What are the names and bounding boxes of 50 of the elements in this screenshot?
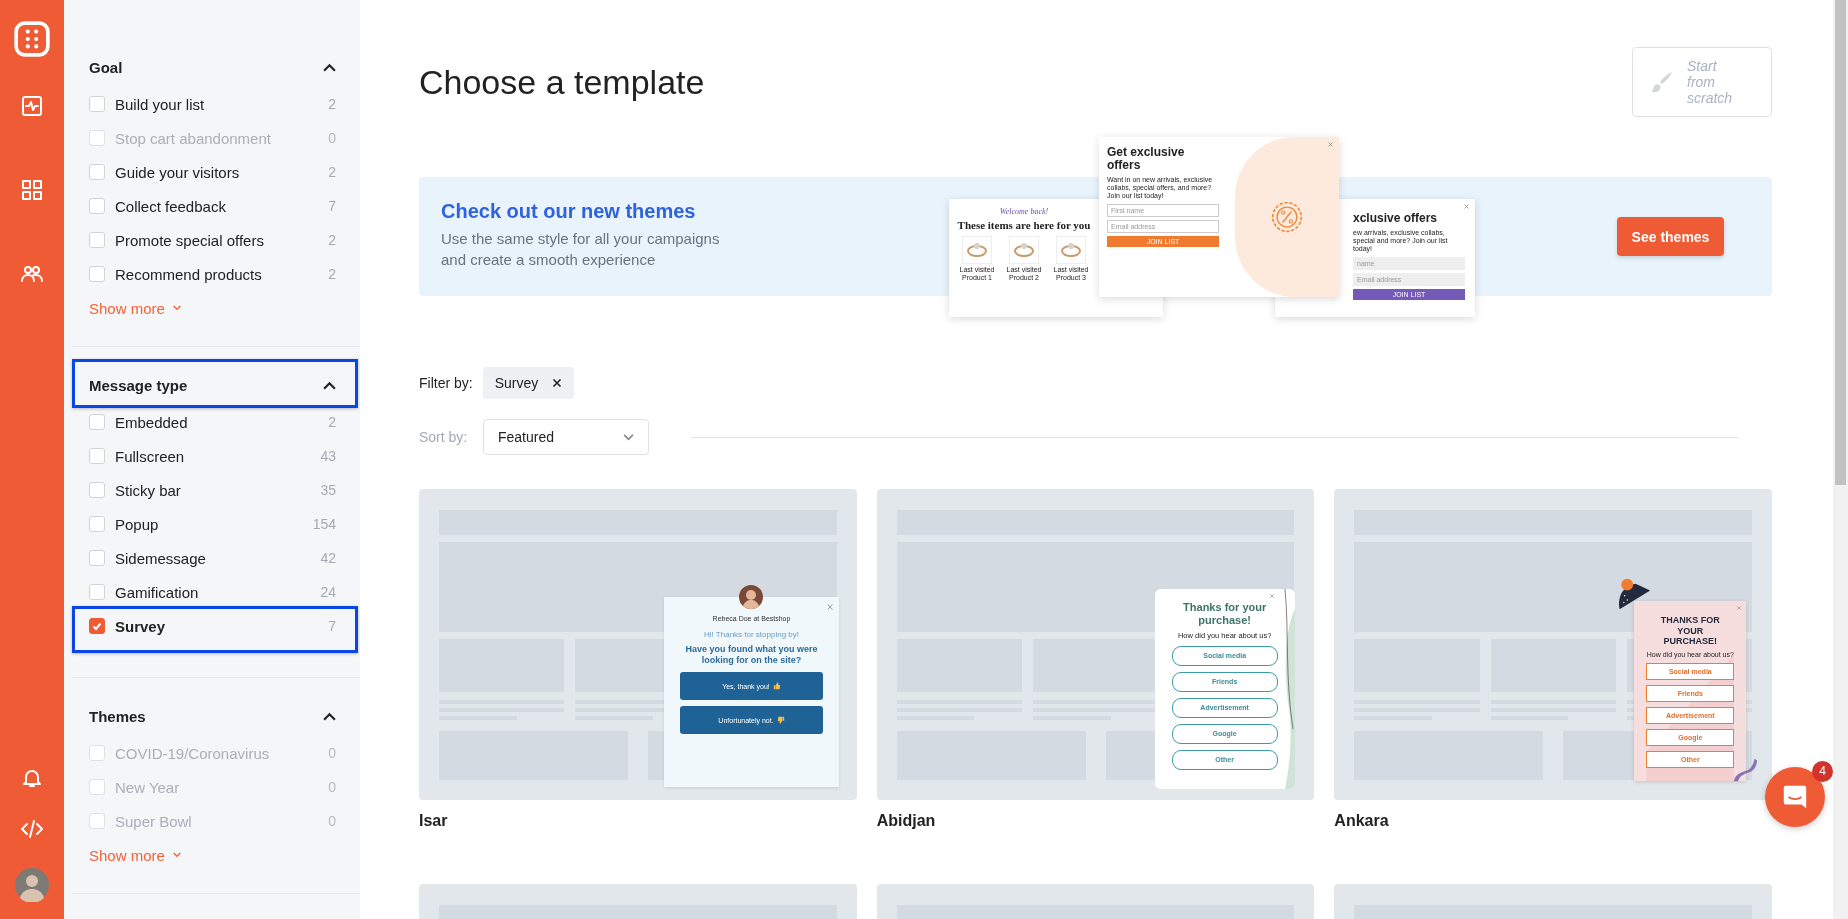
filter-count: 0 bbox=[328, 130, 336, 146]
filter-label[interactable]: Fullscreen bbox=[115, 447, 321, 465]
survey-title: Thanks for your purchase! bbox=[1182, 601, 1268, 627]
mockup-subtitle: Welcome back! bbox=[998, 207, 1050, 216]
banner-text: Use the same style for all your campaigns and create a smooth experience bbox=[441, 228, 721, 270]
sort-dropdown[interactable]: Featured bbox=[483, 419, 649, 455]
filter-count: 43 bbox=[320, 448, 336, 464]
filter-chip[interactable]: Survey bbox=[482, 367, 575, 399]
template-name[interactable]: Ankara bbox=[1334, 810, 1389, 832]
filter-count: 154 bbox=[312, 516, 336, 532]
filter-count: 42 bbox=[320, 550, 336, 566]
filter-count: 2 bbox=[328, 96, 336, 112]
filter-count: 0 bbox=[328, 813, 336, 829]
mockup-title: These items are here for you bbox=[956, 219, 1092, 231]
filter-count: 2 bbox=[328, 232, 336, 248]
filter-label[interactable]: Promote special offers bbox=[115, 231, 329, 249]
sort-label: Sort by: bbox=[419, 429, 469, 445]
filter-group-title: Themes bbox=[89, 707, 147, 725]
filter-count: 35 bbox=[320, 482, 336, 498]
filter-label[interactable]: Embedded bbox=[115, 413, 329, 431]
filter-count: 7 bbox=[328, 618, 336, 634]
mockup-title: Get exclusive offers bbox=[1107, 146, 1186, 172]
filter-count: 2 bbox=[328, 164, 336, 180]
template-name[interactable]: Isar bbox=[419, 810, 448, 832]
filter-label[interactable]: Build your list bbox=[115, 95, 329, 113]
page-title: Choose a template bbox=[419, 62, 705, 102]
filter-count: 0 bbox=[328, 779, 336, 795]
filter-count: 24 bbox=[320, 584, 336, 600]
filter-label[interactable]: Collect feedback bbox=[115, 197, 329, 215]
filter-label[interactable]: Guide your visitors bbox=[115, 163, 329, 181]
filter-label: Filter by: bbox=[419, 375, 473, 391]
filter-count: 2 bbox=[328, 266, 336, 282]
filter-label[interactable]: Recommend products bbox=[115, 265, 329, 283]
filter-label[interactable]: Sticky bar bbox=[115, 481, 321, 499]
filter-label[interactable]: Gamification bbox=[115, 583, 321, 601]
filter-group-title: Message type bbox=[89, 376, 189, 394]
banner-title: Check out our new themes bbox=[441, 198, 697, 224]
filter-label[interactable]: Survey bbox=[115, 617, 329, 635]
filter-count: 0 bbox=[328, 745, 336, 761]
filter-group-title: Goal bbox=[89, 58, 124, 76]
filter-label[interactable]: Sidemessage bbox=[115, 549, 321, 567]
filter-count: 2 bbox=[328, 414, 336, 430]
filter-label[interactable]: Popup bbox=[115, 515, 313, 533]
survey-question: Have you found what you were looking for on the site? bbox=[684, 644, 819, 666]
mockup-title: xclusive offers bbox=[1353, 212, 1439, 225]
template-name[interactable]: Abidjan bbox=[876, 810, 936, 832]
filter-count: 7 bbox=[328, 198, 336, 214]
survey-title: THANKS FOR YOUR PURCHASE! bbox=[1659, 615, 1721, 647]
notification-badge: 4 bbox=[1812, 761, 1833, 782]
greeting-text: Hi! Thanks for stopping by! bbox=[703, 630, 800, 639]
